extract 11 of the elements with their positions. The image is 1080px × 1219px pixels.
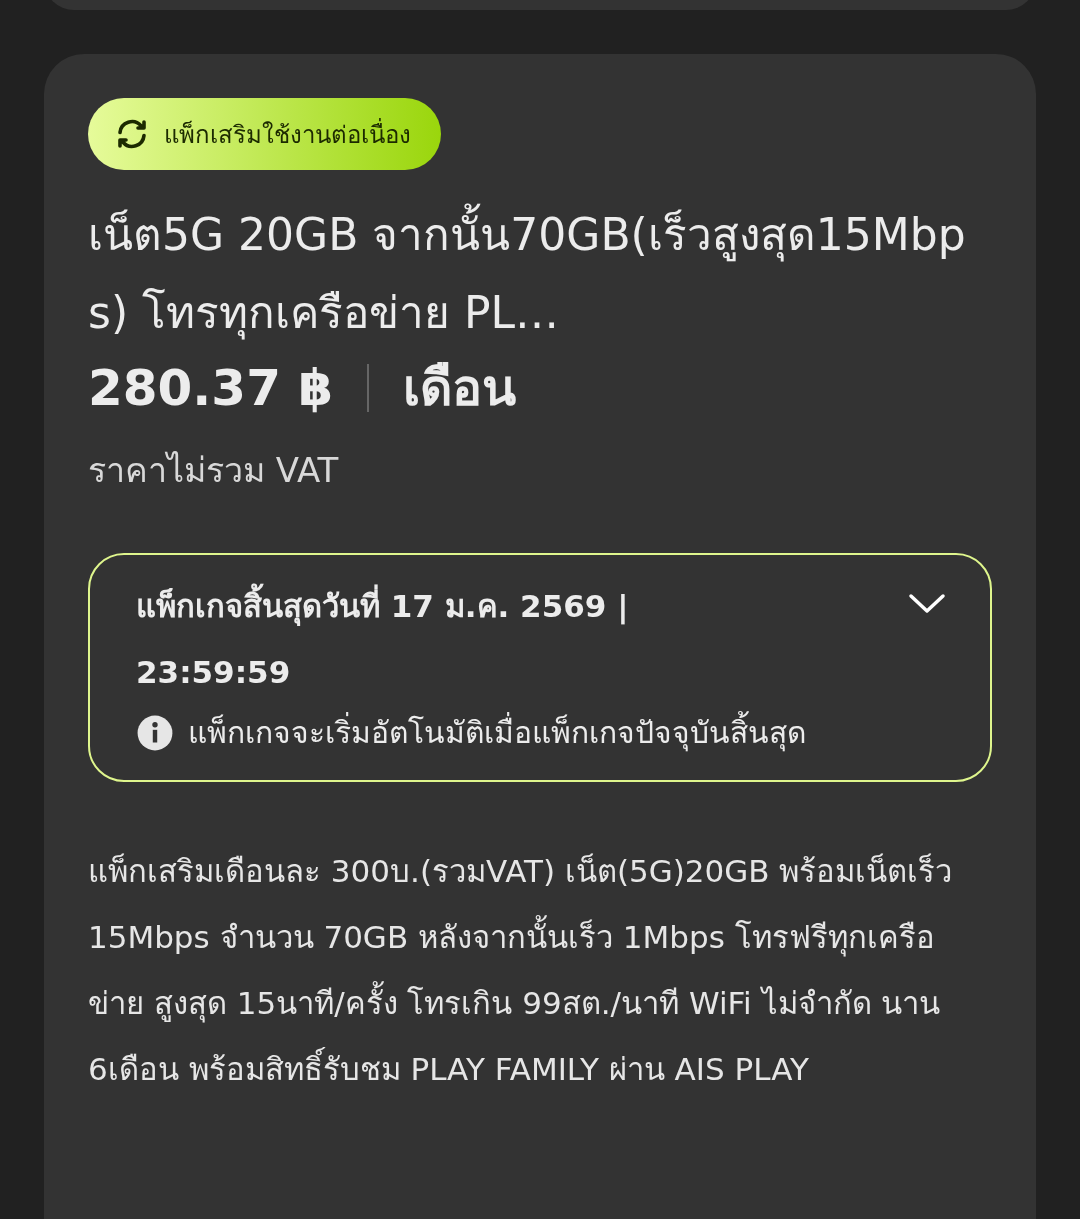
price: 280.37 ฿ [88,358,334,417]
package-description: แพ็กเสริมเดือนละ 300บ.(รวมVAT) เน็ต(5G)20GB พร้อมเน็ตเร็ว 15Mbps จำนวน 70GB หลังจากนั้นเร็ว 1Mbps โทรฟรีทุกเครือข่าย สูงสุด 15นาที/ครั้ง โทรเกิน 99สต./นาที WiFi ไม่จำกัด นาน 6เดือน พร้อมสิทธิ์รับชม PLAY FAMILY ผ่าน AIS PLAY [88,852,954,1089]
package-badge: แพ็กเสริมใช้งานต่อเนื่อง [88,98,441,170]
price-period: เดือน [403,358,517,419]
expiry-note: แพ็กเกจจะเริ่มอัตโนมัติเมื่อแพ็กเกจปัจจุบันสิ้นสุด [188,709,806,756]
expiry-panel[interactable]: แพ็กเกจสิ้นสุดวันที่ 17 ม.ค. 2569 | 23:59:59 แพ็กเกจจะเริ่มอัตโนมัติเมื่อแพ็กเกจปัจจุบันสิ้นสุด [88,553,992,782]
expiry-date: แพ็กเกจสิ้นสุดวันที่ 17 ม.ค. 2569 | 23:59:59 [136,573,716,705]
chevron-icon[interactable] [908,593,946,615]
info-icon [136,713,174,752]
price-note: ราคาไม่รวม VAT [88,449,340,492]
package-title: เน็ต5G 20GB จากนั้น70GB(เร็วสูงสุด15Mbps) โทรทุกเครือข่าย PL… [88,196,968,352]
